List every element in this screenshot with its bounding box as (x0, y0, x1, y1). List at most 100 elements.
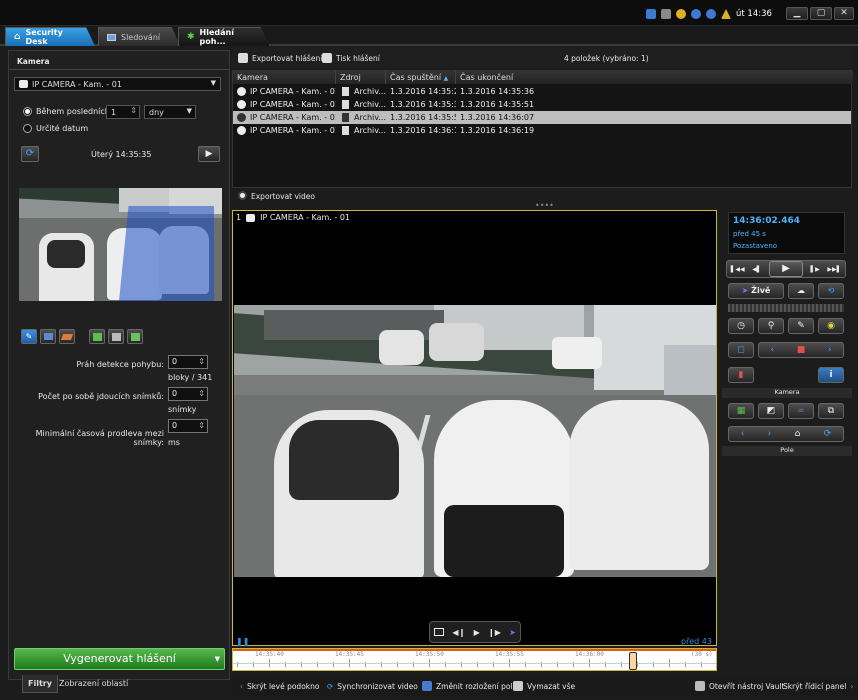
column-header-camera[interactable]: Kamera (233, 71, 336, 84)
step-back-icon[interactable]: ◀▌ (752, 266, 761, 273)
monitoring-icon (107, 33, 116, 41)
table-row[interactable]: IP CAMERA - Kam. - 01 Archiv... 1.3.2016 1… (233, 124, 851, 137)
open-vault-button[interactable]: Otevřít nástroj Vault (695, 679, 784, 693)
archive-icon (342, 100, 349, 109)
bookmark-button[interactable]: ✎ (788, 318, 814, 334)
link-button[interactable]: ∞ (788, 403, 814, 419)
bookmark-icon: ✎ (797, 321, 805, 331)
play-icon[interactable]: ▶ (474, 628, 480, 637)
period-value-input[interactable]: 1 ⇕ (106, 105, 140, 119)
record-button[interactable]: ◉ (818, 318, 844, 334)
snapshot-button[interactable]: ◩ (758, 403, 784, 419)
motion-threshold-input[interactable]: 0 (168, 355, 208, 369)
alarm-button[interactable]: ▮ (728, 367, 754, 383)
volume-icon[interactable] (691, 9, 701, 19)
close-button[interactable]: ✕ (834, 7, 854, 20)
table-row[interactable]: IP CAMERA - Kam. - 01 Archiv... 1.3.2016 1… (233, 111, 851, 124)
hide-left-pane-button[interactable]: ‹ Skrýt levé podokno (240, 679, 319, 693)
consecutive-frames-input[interactable]: 0 (168, 387, 208, 401)
draw-pen-button[interactable]: ✎ (21, 329, 37, 344)
export-report-button[interactable]: Exportovat hlášení (238, 53, 322, 63)
speed-slider[interactable] (728, 304, 844, 312)
notification-icon[interactable] (676, 9, 686, 19)
fast-forward-icon[interactable]: ▶▶▌ (827, 266, 841, 273)
min-gap-input[interactable]: 0 (168, 419, 208, 433)
live-icon[interactable]: ➤ (509, 628, 516, 637)
network-icon[interactable] (706, 9, 716, 19)
timeline-cursor[interactable] (629, 652, 637, 670)
previous-icon[interactable]: ‹ (770, 345, 774, 355)
sync-icon: ⟳ (327, 681, 334, 691)
camera-select-icon[interactable]: ■ (797, 345, 806, 355)
title-bar: út 14:36 ▁ ▢ ✕ (0, 0, 858, 26)
print-report-button[interactable]: Tisk hlášení (322, 53, 380, 63)
hide-dashboard-button[interactable]: Skrýt řídicí panel › (783, 679, 853, 693)
radio-specific-date[interactable]: Určité datum (23, 124, 88, 133)
table-row[interactable]: IP CAMERA - Kam. - 01 Archiv... 1.3.2016 1… (233, 98, 851, 111)
monitor-icon[interactable] (646, 9, 656, 19)
tab-monitoring[interactable]: Sledování (98, 27, 180, 46)
playback-info: 14:36:02.464 před 45 s Pozastaveno (728, 212, 845, 254)
previous-icon[interactable]: ‹ (741, 429, 745, 439)
video-frame[interactable] (234, 305, 716, 577)
select-all-blocks-button[interactable] (40, 329, 56, 344)
rewind-icon[interactable]: ▌◀◀ (731, 266, 745, 273)
step-forward-icon[interactable]: ❙▶ (488, 628, 501, 637)
next-icon[interactable]: › (768, 429, 772, 439)
zoom-fit-button[interactable] (89, 329, 105, 344)
sync-video-button[interactable]: ⟳ Synchronizovat video (327, 679, 418, 693)
live-button[interactable]: ➤ Živě (728, 283, 784, 299)
clear-all-button[interactable]: Vymazat vše (513, 679, 575, 693)
tab-area-view[interactable]: Zobrazení oblastí (54, 675, 133, 693)
loop-icon: ⟲ (827, 286, 835, 295)
timeline-tick-label: 14:35:55 (495, 651, 524, 658)
zoom-button[interactable]: ⚲ (758, 318, 784, 334)
speed-button[interactable]: ☁ (788, 283, 814, 299)
next-icon[interactable]: › (828, 345, 832, 355)
fullscreen-button[interactable]: ◻ (728, 342, 754, 358)
tile-pattern-button[interactable]: ▦ (728, 403, 754, 419)
unpack-button[interactable]: ⧉ (818, 403, 844, 419)
warning-icon[interactable] (721, 9, 731, 19)
clear-selection-button[interactable] (108, 329, 124, 344)
tab-security-desk[interactable]: ⌂ Security Desk (5, 27, 95, 46)
cell-source: Archiv... (354, 100, 386, 109)
radio-last-period[interactable]: Během posledních (23, 107, 110, 116)
period-unit-select[interactable]: dny ▼ (144, 105, 196, 119)
minimize-button[interactable]: ▁ (786, 7, 808, 20)
refresh-icon[interactable]: ⟳ (824, 429, 832, 439)
transport-bar: ▌◀◀ ◀▌ ▶ ▌▶ ▶▶▌ (726, 260, 846, 278)
change-layout-button[interactable]: Změnit rozložení polí (422, 679, 515, 693)
tasks-icon[interactable] (661, 9, 671, 19)
column-header-end[interactable]: Čas ukončení (456, 71, 853, 84)
generate-report-button[interactable]: Vygenerovat hlášení ▼ (14, 648, 225, 670)
play-button[interactable]: ▶ (198, 146, 220, 162)
security-desk-window: út 14:36 ▁ ▢ ✕ ⌂ Security Desk Sledování… (0, 0, 858, 700)
pane-splitter[interactable]: •••• (535, 202, 554, 210)
pattern-icon: ▦ (736, 406, 746, 416)
timeline[interactable]: 14:35:40 14:35:45 14:35:50 14:35:55 14:36:00… (232, 648, 717, 671)
step-forward-icon[interactable]: ▌▶ (811, 266, 820, 273)
column-header-source[interactable]: Zdroj (336, 71, 386, 84)
tile-layout-icon[interactable] (434, 628, 445, 636)
camera-thumbnail[interactable] (19, 188, 222, 301)
step-back-icon[interactable]: ◀❙ (452, 628, 465, 637)
tab-motion-search[interactable]: ✱ Hledání poh... (178, 27, 270, 46)
eraser-button[interactable] (59, 329, 75, 344)
invert-selection-button[interactable] (127, 329, 143, 344)
refresh-button[interactable]: ⟳ (21, 146, 39, 162)
system-tray: út 14:36 (646, 7, 772, 21)
clock-button[interactable]: ◷ (728, 318, 754, 334)
table-row[interactable]: IP CAMERA - Kam. - 01 Archiv... 1.3.2016 1… (233, 85, 851, 98)
column-header-start[interactable]: Čas spuštění ▲ (386, 71, 456, 84)
play-icon[interactable]: ▶ (768, 261, 803, 277)
archive-icon (342, 126, 349, 135)
info-button[interactable]: i (818, 367, 844, 383)
home-icon[interactable]: ⌂ (795, 429, 801, 439)
pause-icon[interactable]: ❚❚ (236, 637, 249, 646)
camera-select[interactable]: IP CAMERA - Kam. - 01 ▼ (14, 77, 221, 91)
loop-button[interactable]: ⟲ (818, 283, 844, 299)
maximize-button[interactable]: ▢ (810, 7, 832, 20)
snapshot-icon: ◩ (766, 406, 776, 416)
tab-filters[interactable]: Filtry (22, 675, 58, 693)
